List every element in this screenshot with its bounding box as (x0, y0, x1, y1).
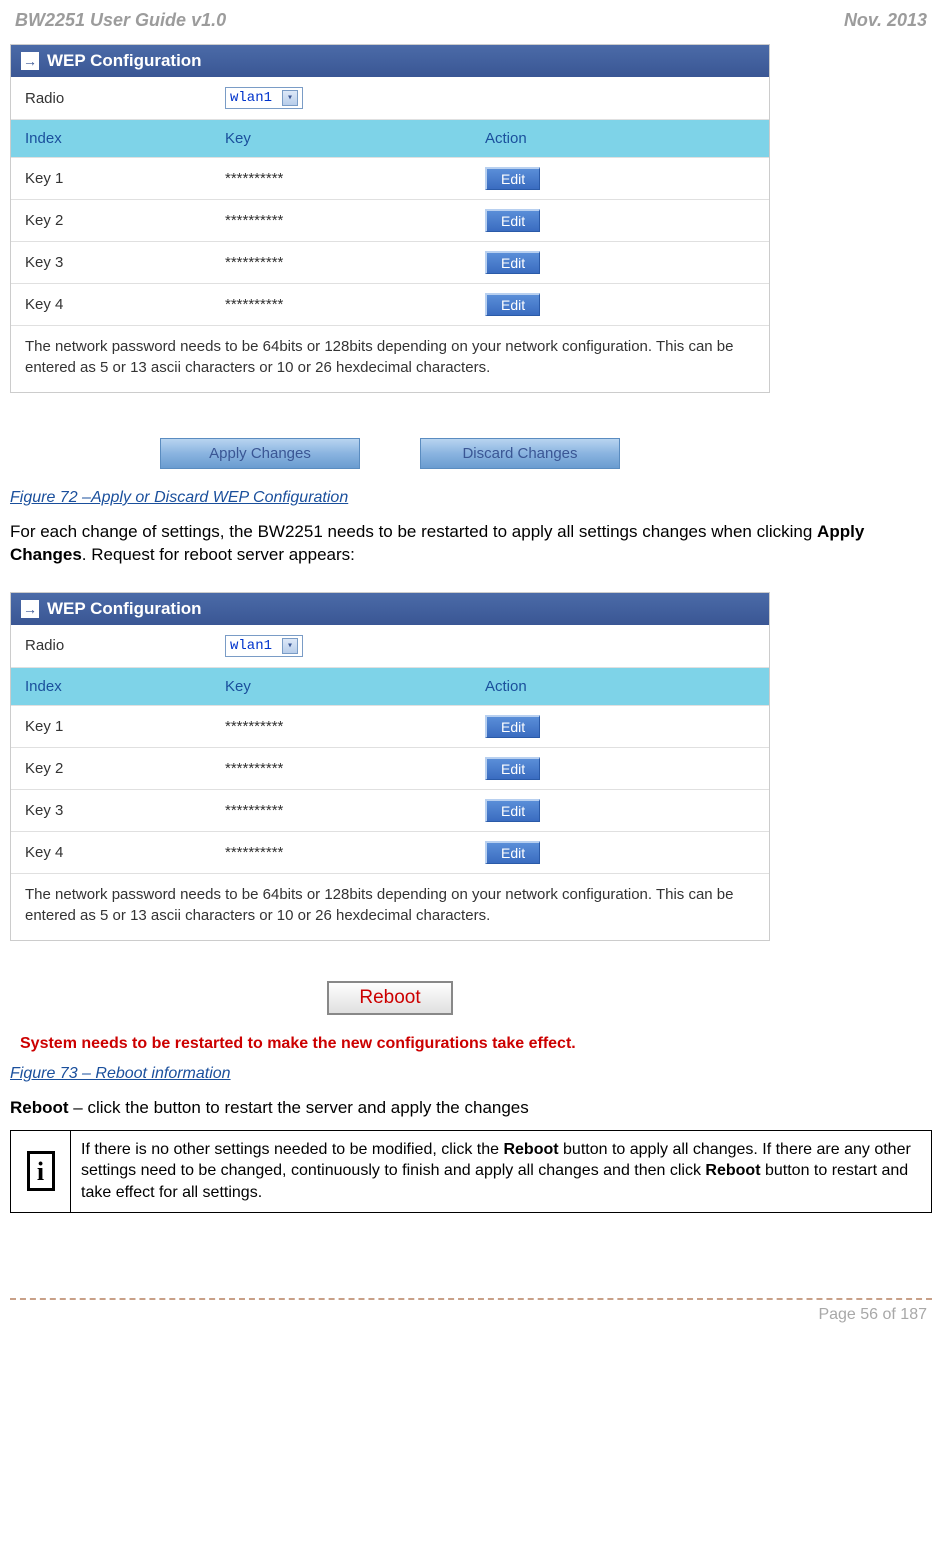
cell-index: Key 2 (11, 748, 211, 789)
table-row: Key 3 ********** Edit (11, 242, 769, 284)
col-key: Key (211, 668, 471, 705)
system-alert: System needs to be restarted to make the… (20, 1035, 780, 1053)
radio-label: Radio (25, 90, 225, 107)
apply-changes-button[interactable]: Apply Changes (160, 438, 360, 469)
edit-button[interactable]: Edit (485, 715, 540, 738)
edit-button[interactable]: Edit (485, 293, 540, 316)
table-row: Key 4 ********** Edit (11, 832, 769, 874)
chevron-down-icon: ▾ (282, 90, 298, 106)
panel-header: → WEP Configuration (11, 593, 769, 625)
panel-title: WEP Configuration (47, 51, 202, 71)
arrow-right-icon: → (21, 600, 39, 618)
arrow-right-icon: → (21, 52, 39, 70)
cell-key: ********** (211, 832, 471, 873)
edit-button[interactable]: Edit (485, 799, 540, 822)
reboot-button[interactable]: Reboot (327, 981, 452, 1015)
wep-config-panel-2: → WEP Configuration Radio wlan1 ▾ Index … (10, 592, 770, 941)
cell-index: Key 3 (11, 790, 211, 831)
cell-key: ********** (211, 200, 471, 241)
radio-select[interactable]: wlan1 ▾ (225, 87, 303, 109)
table-header: Index Key Action (11, 668, 769, 706)
radio-row: Radio wlan1 ▾ (11, 625, 769, 668)
info-table: i If there is no other settings needed t… (10, 1130, 932, 1213)
radio-select[interactable]: wlan1 ▾ (225, 635, 303, 657)
reboot-description: Reboot – click the button to restart the… (10, 1097, 932, 1120)
edit-button[interactable]: Edit (485, 209, 540, 232)
radio-label: Radio (25, 637, 225, 654)
info-icon: i (27, 1151, 55, 1191)
cell-index: Key 4 (11, 832, 211, 873)
edit-button[interactable]: Edit (485, 841, 540, 864)
edit-button[interactable]: Edit (485, 251, 540, 274)
cell-key: ********** (211, 706, 471, 747)
col-action: Action (471, 120, 769, 157)
cell-index: Key 1 (11, 158, 211, 199)
cell-key: ********** (211, 748, 471, 789)
figure-72-caption: Figure 72 –Apply or Discard WEP Configur… (10, 489, 932, 507)
cell-index: Key 4 (11, 284, 211, 325)
note-text: The network password needs to be 64bits … (11, 326, 769, 393)
cell-index: Key 3 (11, 242, 211, 283)
edit-button[interactable]: Edit (485, 167, 540, 190)
col-action: Action (471, 668, 769, 705)
info-text: If there is no other settings needed to … (71, 1130, 932, 1212)
reboot-container: Reboot (10, 981, 770, 1015)
edit-button[interactable]: Edit (485, 757, 540, 780)
table-row: Key 1 ********** Edit (11, 706, 769, 748)
col-key: Key (211, 120, 471, 157)
body-paragraph: For each change of settings, the BW2251 … (10, 521, 932, 567)
info-icon-cell: i (11, 1130, 71, 1212)
cell-key: ********** (211, 242, 471, 283)
cell-index: Key 1 (11, 706, 211, 747)
page-number: Page 56 of 187 (818, 1306, 927, 1323)
radio-value: wlan1 (230, 638, 272, 654)
note-text: The network password needs to be 64bits … (11, 874, 769, 941)
figure-73-caption: Figure 73 – Reboot information (10, 1065, 932, 1083)
table-row: Key 3 ********** Edit (11, 790, 769, 832)
discard-changes-button[interactable]: Discard Changes (420, 438, 620, 469)
table-row: Key 4 ********** Edit (11, 284, 769, 326)
cell-index: Key 2 (11, 200, 211, 241)
table-row: Key 2 ********** Edit (11, 200, 769, 242)
table-row: Key 1 ********** Edit (11, 158, 769, 200)
cell-key: ********** (211, 284, 471, 325)
table-header: Index Key Action (11, 120, 769, 158)
panel-title: WEP Configuration (47, 599, 202, 619)
col-index: Index (11, 120, 211, 157)
doc-title: BW2251 User Guide v1.0 (15, 10, 226, 31)
chevron-down-icon: ▾ (282, 638, 298, 654)
page-header: BW2251 User Guide v1.0 Nov. 2013 (10, 0, 932, 39)
table-row: Key 2 ********** Edit (11, 748, 769, 790)
cell-key: ********** (211, 158, 471, 199)
radio-value: wlan1 (230, 90, 272, 106)
radio-row: Radio wlan1 ▾ (11, 77, 769, 120)
col-index: Index (11, 668, 211, 705)
cell-key: ********** (211, 790, 471, 831)
page-footer: Page 56 of 187 (10, 1298, 932, 1339)
action-buttons: Apply Changes Discard Changes (10, 438, 770, 469)
panel-header: → WEP Configuration (11, 45, 769, 77)
doc-date: Nov. 2013 (844, 10, 927, 31)
wep-config-panel-1: → WEP Configuration Radio wlan1 ▾ Index … (10, 44, 770, 393)
